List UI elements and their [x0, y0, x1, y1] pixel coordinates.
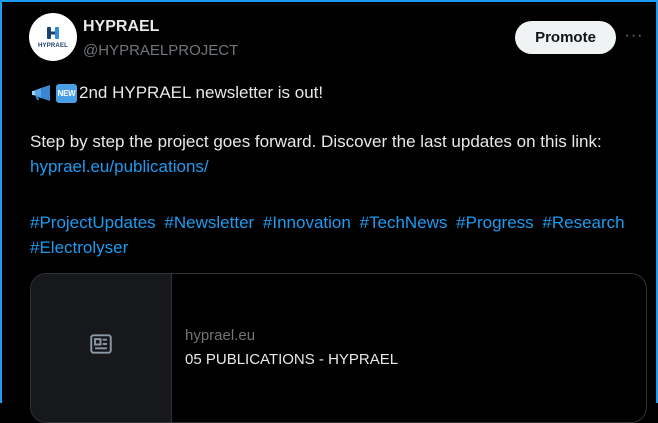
- body-link[interactable]: hyprael.eu/publications/: [30, 157, 209, 176]
- link-card[interactable]: hyprael.eu 05 PUBLICATIONS - HYPRAEL: [30, 273, 647, 423]
- author-handle[interactable]: @HYPRAELPROJECT: [83, 42, 238, 59]
- post-body: Step by step the project goes forward. D…: [30, 129, 630, 179]
- link-card-thumbnail: [31, 274, 172, 422]
- headline-line: NEW 2nd HYPRAEL newsletter is out!: [30, 82, 323, 104]
- hashtag-list: #ProjectUpdates #Newsletter #Innovation …: [30, 210, 655, 260]
- hashtag[interactable]: #Electrolyser: [30, 238, 128, 257]
- link-card-domain: hyprael.eu: [185, 327, 256, 344]
- new-badge-icon: NEW: [56, 83, 77, 103]
- avatar-text: HYPRAEL: [37, 43, 69, 49]
- article-icon: [90, 334, 112, 354]
- hashtag[interactable]: #TechNews: [360, 213, 448, 232]
- post-container[interactable]: HYPRAEL HYPRAEL @HYPRAELPROJECT Promote …: [0, 0, 658, 423]
- megaphone-icon: [32, 85, 50, 101]
- hashtag[interactable]: #ProjectUpdates: [30, 213, 156, 232]
- body-text: Step by step the project goes forward. D…: [30, 132, 602, 151]
- link-card-title: 05 PUBLICATIONS - HYPRAEL: [185, 351, 399, 368]
- hashtag[interactable]: #Newsletter: [164, 213, 254, 232]
- headline-text: 2nd HYPRAEL newsletter is out!: [79, 83, 324, 102]
- avatar[interactable]: HYPRAEL: [29, 13, 77, 61]
- more-icon[interactable]: ···: [622, 24, 646, 48]
- promote-button[interactable]: Promote: [515, 21, 616, 54]
- author-name[interactable]: HYPRAEL: [83, 18, 159, 36]
- hashtag[interactable]: #Progress: [456, 213, 533, 232]
- hashtag[interactable]: #Innovation: [263, 213, 351, 232]
- hyprael-logo-icon: [47, 27, 59, 39]
- hashtag[interactable]: #Research: [542, 213, 624, 232]
